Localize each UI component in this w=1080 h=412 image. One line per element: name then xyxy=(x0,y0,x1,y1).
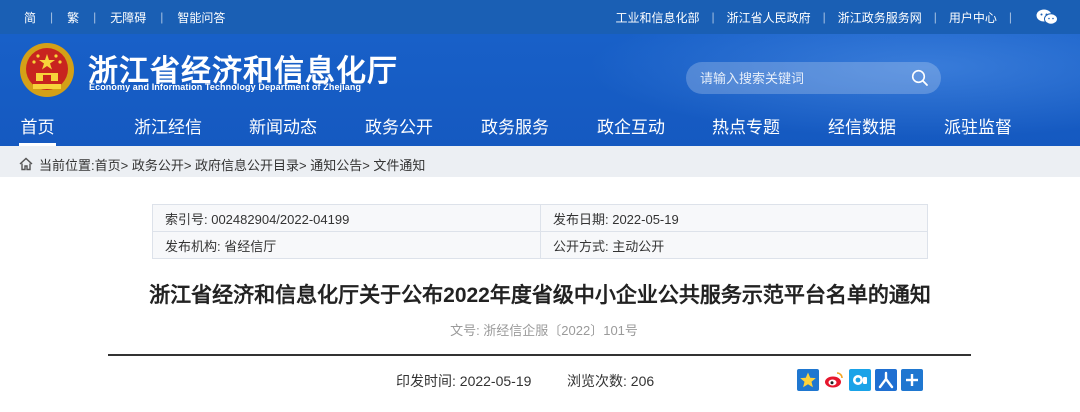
nav-data[interactable]: 经信数据 xyxy=(828,110,896,146)
breadcrumb: 当前位置:首页> 政务公开> 政府信息公开目录> 通知公告> 文件通知 xyxy=(0,146,1080,177)
disclosure-mode: 公开方式: 主动公开 xyxy=(540,231,928,259)
search-input[interactable] xyxy=(700,70,911,86)
divider: | xyxy=(160,10,164,24)
accessibility-link[interactable]: 无障碍 xyxy=(110,9,146,26)
index-number: 索引号: 002482904/2022-04199 xyxy=(152,204,541,232)
traditional-chinese-link[interactable]: 繁 xyxy=(67,9,79,26)
nav-gov-services[interactable]: 政务服务 xyxy=(481,110,549,146)
weibo-icon[interactable] xyxy=(823,369,845,391)
search-box xyxy=(686,62,941,94)
document-number: 文号: 浙经信企服〔2022〕101号 xyxy=(450,323,638,338)
site-subtitle: Economy and Information Technology Depar… xyxy=(89,82,362,92)
nav-news[interactable]: 新闻动态 xyxy=(249,110,317,146)
main-nav: 首页 浙江经信 新闻动态 政务公开 政务服务 政企互动 热点专题 经信数据 派驻… xyxy=(0,110,1080,146)
renren-icon[interactable] xyxy=(875,369,897,391)
print-time: 印发时间: 2022-05-19 xyxy=(396,373,532,389)
issuing-agency: 发布机构: 省经信厅 xyxy=(152,231,541,259)
nav-supervision[interactable]: 派驻监督 xyxy=(944,110,1012,146)
site-header: 浙江省经济和信息化厅 Economy and Information Techn… xyxy=(0,34,1080,177)
national-emblem-icon[interactable] xyxy=(19,42,75,98)
breadcrumb-text[interactable]: 当前位置:首页> 政务公开> 政府信息公开目录> 通知公告> 文件通知 xyxy=(39,155,425,174)
search-icon[interactable] xyxy=(911,69,929,87)
divider: | xyxy=(822,10,826,24)
miit-link[interactable]: 工业和信息化部 xyxy=(615,9,699,26)
top-utility-bar: 简 | 繁 | 无障碍 | 智能问答 工业和信息化部 | 浙江省人民政府 | 浙… xyxy=(0,0,1080,34)
zj-service-link[interactable]: 浙江政务服务网 xyxy=(838,9,922,26)
nav-home[interactable]: 首页 xyxy=(19,110,56,146)
nav-interaction[interactable]: 政企互动 xyxy=(597,110,665,146)
share-toolbar xyxy=(797,369,927,391)
view-count: 浏览次数: 206 xyxy=(567,373,655,389)
user-center-link[interactable]: 用户中心 xyxy=(949,9,997,26)
document-title: 浙江省经济和信息化厅关于公布2022年度省级中小企业公共服务示范平台名单的通知 xyxy=(149,284,931,307)
qzone-icon[interactable] xyxy=(849,369,871,391)
simplified-chinese-link[interactable]: 简 xyxy=(24,9,36,26)
zhejiang-gov-link[interactable]: 浙江省人民政府 xyxy=(727,9,811,26)
more-share-plus-icon[interactable] xyxy=(901,369,923,391)
table-row: 索引号: 002482904/2022-04199 发布日期: 2022-05-… xyxy=(152,204,928,232)
home-icon xyxy=(19,157,33,171)
divider: | xyxy=(1008,10,1012,24)
utility-left-links: 简 | 繁 | 无障碍 | 智能问答 xyxy=(24,9,225,26)
favorite-star-icon[interactable] xyxy=(797,369,819,391)
divider: | xyxy=(93,10,97,24)
smart-qa-link[interactable]: 智能问答 xyxy=(177,9,225,26)
nav-zhejiang-economy[interactable]: 浙江经信 xyxy=(134,110,202,146)
divider: | xyxy=(933,10,937,24)
publish-date: 发布日期: 2022-05-19 xyxy=(540,204,928,232)
document-meta-table: 索引号: 002482904/2022-04199 发布日期: 2022-05-… xyxy=(152,204,928,259)
divider: | xyxy=(711,10,715,24)
utility-right-links: 工业和信息化部 | 浙江省人民政府 | 浙江政务服务网 | 用户中心 | xyxy=(615,9,1058,26)
title-divider xyxy=(108,354,971,356)
divider: | xyxy=(50,10,54,24)
wechat-icon[interactable] xyxy=(1036,9,1058,25)
nav-gov-affairs[interactable]: 政务公开 xyxy=(365,110,433,146)
nav-hot-topics[interactable]: 热点专题 xyxy=(712,110,780,146)
table-row: 发布机构: 省经信厅 公开方式: 主动公开 xyxy=(152,231,928,259)
